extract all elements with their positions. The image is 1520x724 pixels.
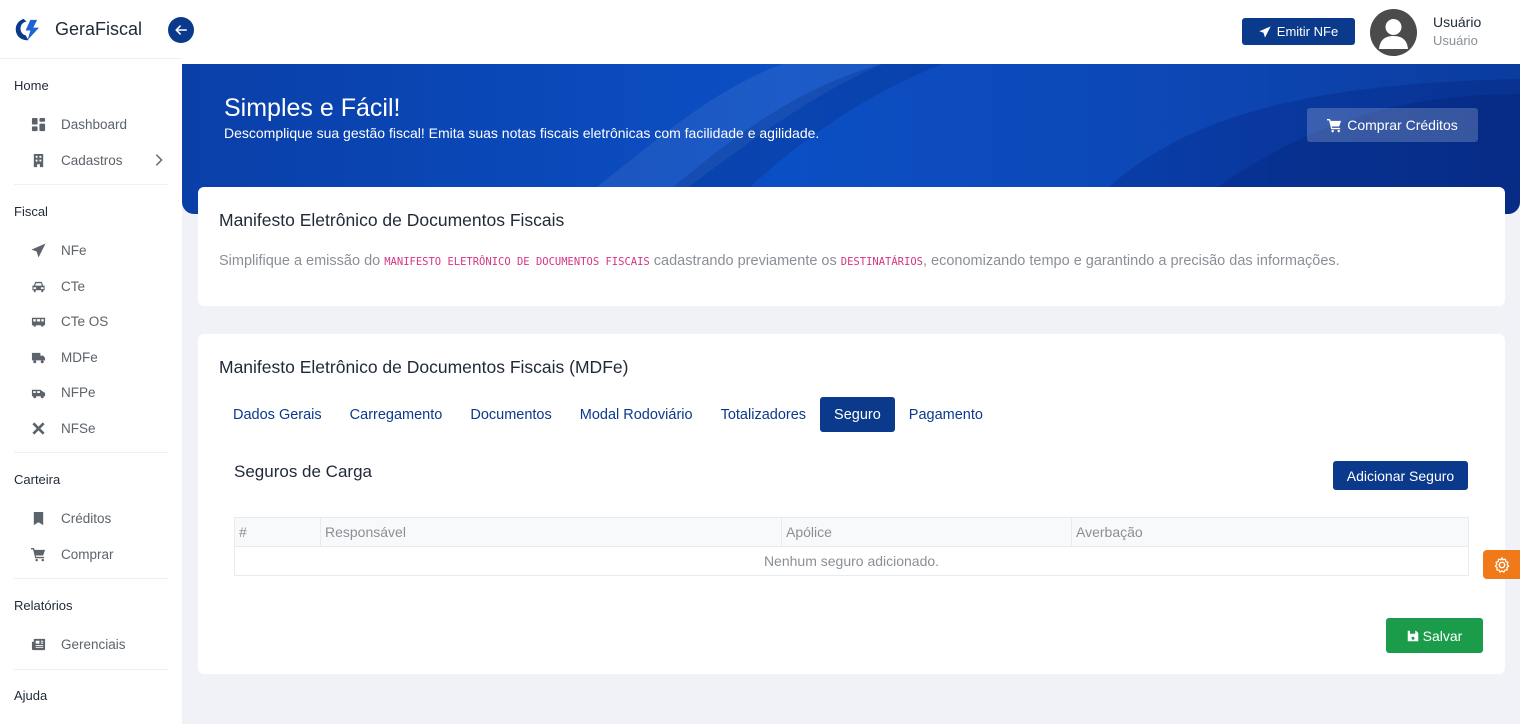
dashboard-icon: [30, 116, 47, 133]
sidebar-item-label: CTe: [61, 278, 86, 294]
car-icon: [30, 278, 47, 295]
settings-button[interactable]: [1483, 550, 1520, 579]
sidebar-section-title: Relatórios: [14, 597, 73, 613]
sidebar-section-title: Ajuda: [14, 688, 48, 703]
user-icon: [1379, 19, 1408, 49]
sidebar-section-title: Carteira: [14, 471, 61, 487]
gear-icon: [1494, 556, 1509, 573]
hero-subtitle: Descomplique sua gestão fiscal! Emita su…: [224, 125, 820, 141]
sidebar-item-label: NFPe: [61, 385, 96, 401]
intro-desc-code: DESTINATÁRIOS: [840, 256, 923, 268]
form-title: Manifesto Eletrônico de Documentos Fisca…: [219, 357, 629, 377]
sidebar-item-mdfe[interactable]: MDFe: [14, 340, 168, 376]
empty-table-message: Nenhum seguro adicionado.: [234, 546, 1469, 576]
sidebar-item-creditos[interactable]: Créditos: [14, 501, 168, 537]
save-button[interactable]: Salvar: [1386, 618, 1483, 653]
sidebar-item-nfe[interactable]: NFe: [14, 233, 168, 269]
sidebar-item-nfse[interactable]: NFSe: [14, 411, 168, 447]
table-header-row: # Responsável Apólice Averbação: [234, 517, 1469, 547]
tab-totalizadores[interactable]: Totalizadores: [707, 397, 820, 432]
collapse-sidebar-button[interactable]: [168, 17, 194, 43]
sidebar-item-label: Comprar: [61, 546, 114, 562]
tab-modal-rodoviario[interactable]: Modal Rodoviário: [566, 397, 707, 432]
emit-nfe-button[interactable]: Emitir NFe: [1242, 18, 1355, 45]
emit-nfe-label: Emitir NFe: [1276, 24, 1339, 39]
sidebar-section: Ajuda: [0, 670, 182, 718]
paper-plane-icon: [30, 242, 47, 259]
arrow-left-icon: [175, 25, 188, 35]
chevron-right-icon: [155, 153, 163, 166]
tab-seguro[interactable]: Seguro: [820, 397, 895, 432]
hero-title: Simples e Fácil!: [224, 94, 401, 122]
sidebar-section: Fiscal NFe CTe CTe OS MDFe NFPe NFSe: [0, 185, 182, 446]
sidebar-item-dashboard[interactable]: Dashboard: [14, 107, 168, 143]
intro-title: Manifesto Eletrônico de Documentos Fisca…: [219, 210, 565, 230]
brand-name: GeraFiscal: [55, 18, 143, 39]
van-icon: [30, 384, 47, 401]
sidebar-section-title: Home: [14, 77, 49, 93]
paper-plane-icon: [1259, 25, 1271, 38]
intro-desc-code: MANIFESTO ELETRÔNICO DE DOCUMENTOS FISCA…: [384, 256, 650, 268]
sidebar-section: Home Dashboard Cadastros: [0, 59, 182, 178]
table-row: Nenhum seguro adicionado.: [234, 546, 1469, 576]
column-header-responsavel: Responsável: [320, 517, 782, 547]
save-label: Salvar: [1422, 627, 1463, 644]
tab-pagamento[interactable]: Pagamento: [895, 397, 997, 432]
intro-desc-text: Simplifique a emissão do: [219, 253, 385, 269]
user-role: Usuário: [1433, 33, 1478, 48]
form-tabs: Dados Gerais Carregamento Documentos Modal …: [219, 397, 997, 432]
brand[interactable]: GeraFiscal: [0, 0, 182, 58]
sidebar-item-label: Dashboard: [61, 117, 128, 133]
sidebar-item-label: NFe: [61, 243, 87, 259]
intro-description: Simplifique a emissão do MANIFESTO ELETR…: [219, 253, 1340, 269]
sidebar-section: Carteira Créditos Comprar: [0, 453, 182, 572]
sidebar-section-title: Fiscal: [14, 203, 48, 219]
sidebar-item-label: NFSe: [61, 420, 96, 436]
sidebar: GeraFiscal Home Dashboard Cadastros Fiscal N…: [0, 0, 182, 724]
buy-credits-button[interactable]: Comprar Créditos: [1307, 108, 1478, 142]
sidebar-item-cte[interactable]: CTe: [14, 269, 168, 305]
insurance-table: # Responsável Apólice Averbação Nenhum s…: [234, 517, 1469, 576]
sidebar-item-comprar[interactable]: Comprar: [14, 537, 168, 573]
cart-icon: [30, 546, 47, 563]
truck-icon: [30, 349, 47, 366]
gerafiscal-logo-icon: [15, 18, 40, 40]
cart-icon: [1327, 118, 1342, 132]
sidebar-item-label: Cadastros: [61, 152, 123, 168]
sidebar-item-label: Gerenciais: [61, 637, 126, 653]
column-header-averbacao: Averbação: [1071, 517, 1469, 547]
sidebar-section: Relatórios Gerenciais: [0, 579, 182, 663]
sidebar-item-label: Créditos: [61, 511, 112, 527]
sidebar-item-gerenciais[interactable]: Gerenciais: [14, 627, 168, 663]
column-header-apolice: Apólice: [781, 517, 1072, 547]
building-icon: [30, 152, 47, 169]
intro-card: Manifesto Eletrônico de Documentos Fisca…: [198, 187, 1505, 306]
bookmark-icon: [30, 510, 47, 527]
sidebar-item-cte-os[interactable]: CTe OS: [14, 304, 168, 340]
sidebar-item-label: MDFe: [61, 349, 98, 365]
newspaper-icon: [30, 636, 47, 653]
tab-dados-gerais[interactable]: Dados Gerais: [219, 397, 336, 432]
bus-icon: [30, 313, 47, 330]
intro-desc-text: , economizando tempo e garantindo a prec…: [922, 253, 1340, 269]
mdfe-form-card: Manifesto Eletrônico de Documentos Fisca…: [198, 334, 1505, 674]
tools-icon: [30, 420, 47, 437]
buy-credits-label: Comprar Créditos: [1347, 117, 1458, 133]
floppy-disk-icon: [1407, 630, 1418, 641]
add-insurance-button[interactable]: Adicionar Seguro: [1333, 461, 1468, 490]
section-title: Seguros de Carga: [234, 462, 372, 481]
sidebar-nav: Home Dashboard Cadastros Fiscal NFe CTe CTe OS…: [0, 58, 182, 718]
sidebar-item-cadastros[interactable]: Cadastros: [14, 143, 168, 179]
sidebar-item-nfpe[interactable]: NFPe: [14, 375, 168, 411]
column-header-index: #: [234, 517, 321, 547]
avatar[interactable]: [1370, 9, 1417, 56]
intro-desc-text: cadastrando previamente os: [649, 253, 841, 269]
user-name[interactable]: Usuário: [1433, 14, 1481, 30]
tab-documentos[interactable]: Documentos: [456, 397, 565, 432]
sidebar-item-label: CTe OS: [61, 314, 109, 330]
tab-carregamento[interactable]: Carregamento: [336, 397, 457, 432]
